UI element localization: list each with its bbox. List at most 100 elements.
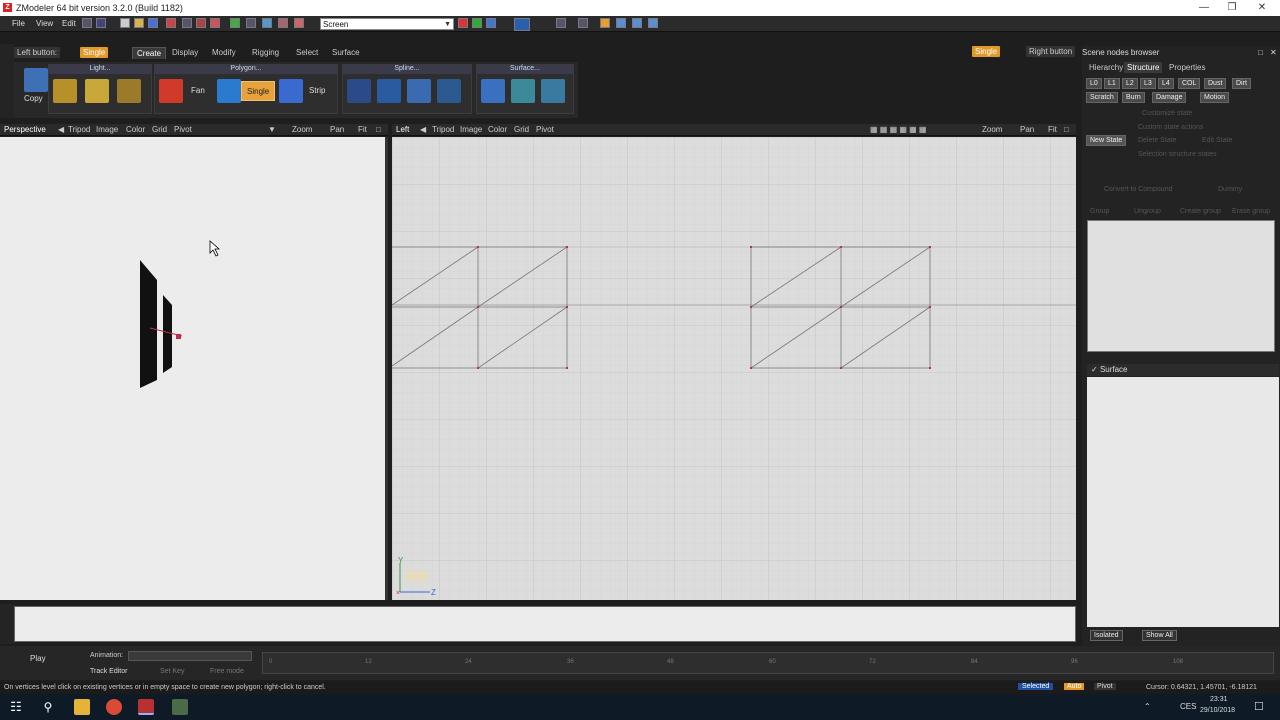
refresh-icon[interactable]	[230, 18, 240, 28]
right-button-mode[interactable]: Single	[972, 46, 1001, 57]
vp-left-pan[interactable]: Pan	[330, 125, 344, 134]
perspective-canvas[interactable]	[0, 137, 388, 600]
vp-left-tripod[interactable]: Tripod	[68, 125, 90, 134]
polygon-single-button[interactable]: Single	[241, 81, 276, 101]
copy-icon[interactable]	[182, 18, 192, 28]
maximize-viewport-icon[interactable]: □	[1064, 125, 1069, 134]
viewport-tools-icon[interactable]: ▦ ▦ ▦ ▦ ▦ ▦	[870, 125, 926, 134]
node-tree-area[interactable]	[1087, 220, 1275, 352]
maximize-button[interactable]: ❐	[1222, 1, 1242, 15]
tray-chevron-icon[interactable]: ⌃	[1144, 702, 1151, 711]
layout-icon[interactable]	[616, 18, 626, 28]
stop-icon[interactable]	[210, 18, 220, 28]
layout-3-icon[interactable]	[648, 18, 658, 28]
vp-left-pivot[interactable]: Pivot	[174, 125, 192, 134]
notification-icon[interactable]: ☐	[1254, 700, 1264, 713]
vp-left-color[interactable]: Color	[126, 125, 145, 134]
minimize-button[interactable]: —	[1194, 1, 1214, 15]
undo-icon[interactable]	[82, 18, 92, 28]
coordinate-space-select[interactable]: Screen ▼	[320, 18, 454, 30]
tab-surface[interactable]: Surface	[328, 47, 364, 59]
tab-hierarchy[interactable]: Hierarchy	[1086, 62, 1126, 73]
layout-2-icon[interactable]	[632, 18, 642, 28]
perspective-viewport[interactable]	[0, 137, 388, 600]
polygon-fan-button[interactable]: Fan	[191, 86, 205, 95]
help-icon[interactable]	[96, 18, 106, 28]
vp-right-tripod[interactable]: Tripod	[432, 125, 454, 134]
lod-col-button[interactable]: COL	[1178, 78, 1201, 89]
zmodeler-icon[interactable]	[138, 699, 154, 715]
windows-start-icon[interactable]: ☷	[8, 699, 24, 715]
tab-display[interactable]: Display	[168, 47, 202, 59]
tab-properties[interactable]: Properties	[1166, 62, 1208, 73]
grid-snap-icon[interactable]	[556, 18, 566, 28]
timeline-track[interactable]: 0 12 24 36 48 60 72 84 96 108	[262, 652, 1274, 674]
open-folder-icon[interactable]	[134, 18, 144, 28]
panel-pin-icon[interactable]: □	[1258, 48, 1263, 57]
set-key-button[interactable]: Set Key	[160, 668, 185, 675]
show-all-button[interactable]: Show All	[1142, 630, 1177, 641]
auto-badge[interactable]: Auto	[1064, 683, 1085, 690]
light-wand-icon[interactable]	[53, 79, 77, 103]
vp-right-zoom[interactable]: Zoom	[982, 125, 1002, 134]
surface-section-area[interactable]	[1087, 377, 1279, 627]
burn-button[interactable]: Burn	[1122, 92, 1145, 103]
vp-left-zoom[interactable]: Zoom	[292, 125, 312, 134]
selected-badge[interactable]: Selected	[1018, 683, 1054, 690]
menu-edit[interactable]: Edit	[62, 19, 76, 28]
tab-select[interactable]: Select	[292, 47, 322, 59]
lock-icon[interactable]	[246, 18, 256, 28]
menu-view[interactable]: View	[36, 19, 53, 28]
panel-close-icon[interactable]: ✕	[1270, 48, 1277, 57]
snap-icon[interactable]	[514, 18, 530, 31]
polygon-strip-button[interactable]: Strip	[309, 86, 325, 95]
console-area[interactable]	[14, 606, 1076, 642]
maximize-viewport-icon[interactable]: □	[376, 125, 381, 134]
polygon-strip-icon[interactable]	[279, 79, 303, 103]
clock-date[interactable]: 29/10/2018	[1200, 707, 1235, 714]
left-viewport[interactable]: Y Z ×	[391, 137, 1076, 600]
left-viewport-canvas[interactable]: Y Z ×	[391, 137, 1076, 600]
redo-icon[interactable]	[278, 18, 288, 28]
track-editor-button[interactable]: Track Editor	[90, 668, 127, 675]
scale-icon[interactable]	[294, 18, 304, 28]
isolated-button[interactable]: Isolated	[1090, 630, 1123, 641]
mesh-side-face[interactable]	[140, 260, 157, 388]
copy-tool-icon[interactable]	[24, 68, 48, 92]
damage-button[interactable]: Damage	[1152, 92, 1187, 103]
vp-right-pan[interactable]: Pan	[1020, 125, 1034, 134]
lod-l4-button[interactable]: L4	[1158, 78, 1174, 89]
app-icon-taskbar[interactable]	[172, 699, 188, 715]
render-icon[interactable]	[600, 18, 610, 28]
surface-extrude-icon[interactable]	[511, 79, 535, 103]
axis-x-lock-icon[interactable]	[458, 18, 468, 28]
rotate-icon[interactable]	[262, 18, 272, 28]
vp-left-grid[interactable]: Grid	[152, 125, 167, 134]
axis-y-lock-icon[interactable]	[472, 18, 482, 28]
surface-section-header[interactable]: ✓ Surface	[1087, 364, 1279, 376]
new-state-button[interactable]: New State	[1086, 135, 1127, 146]
viewport-name-left[interactable]: Left	[396, 125, 409, 134]
language-indicator[interactable]: CES	[1180, 702, 1196, 711]
clock-time[interactable]: 23:31	[1210, 696, 1228, 703]
free-mode-button[interactable]: Free mode	[210, 668, 244, 675]
file-explorer-icon[interactable]	[74, 699, 90, 715]
chrome-icon[interactable]	[106, 699, 122, 715]
play-button[interactable]: Play	[30, 654, 46, 663]
pivot-badge[interactable]: Pivot	[1094, 683, 1116, 690]
spline-curve-icon[interactable]	[437, 79, 461, 103]
cut-icon[interactable]	[166, 18, 176, 28]
lod-dust-button[interactable]: Dust	[1204, 78, 1227, 89]
lod-l0-button[interactable]: L0	[1086, 78, 1102, 89]
left-button-mode[interactable]: Single	[80, 47, 109, 58]
lod-l1-button[interactable]: L1	[1104, 78, 1120, 89]
tab-rigging[interactable]: Rigging	[248, 47, 283, 59]
new-file-icon[interactable]	[120, 18, 130, 28]
lod-l2-button[interactable]: L2	[1122, 78, 1138, 89]
vp-right-color[interactable]: Color	[488, 125, 507, 134]
vp-right-fit[interactable]: Fit	[1048, 125, 1057, 134]
checkbox-icon[interactable]: ✓	[1091, 365, 1098, 374]
surface-grid-icon[interactable]	[481, 79, 505, 103]
spline-arc-icon[interactable]	[347, 79, 371, 103]
animation-select[interactable]	[128, 651, 252, 661]
